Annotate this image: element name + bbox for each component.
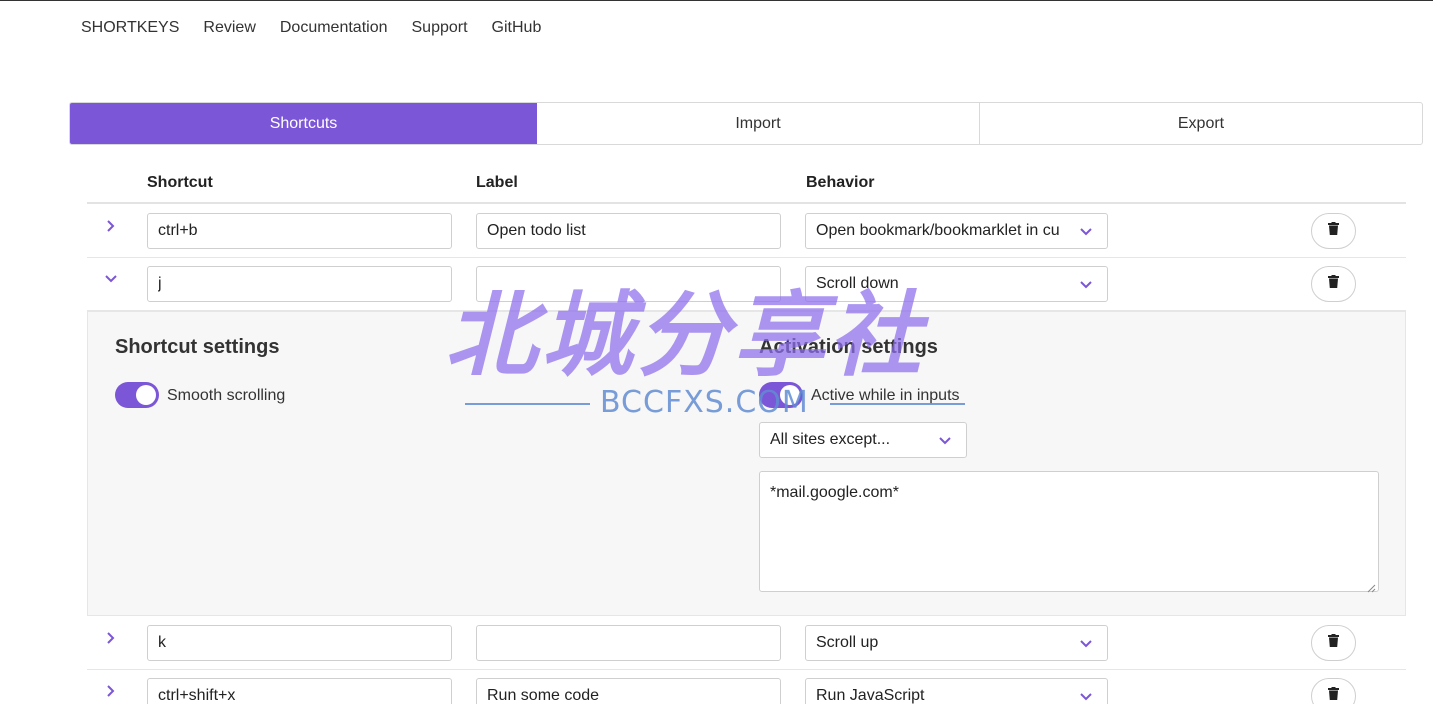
column-header-behavior: Behavior <box>806 174 875 191</box>
column-header-shortcut: Shortcut <box>147 174 213 191</box>
chevron-right-icon[interactable] <box>103 683 119 699</box>
tab-import[interactable]: Import <box>537 103 980 144</box>
shortcut-input[interactable] <box>147 625 452 661</box>
behavior-select-value: Scroll down <box>816 275 899 292</box>
tab-export[interactable]: Export <box>980 103 1422 144</box>
chevron-down-icon <box>1079 225 1093 239</box>
behavior-select[interactable]: Scroll up <box>805 625 1108 661</box>
table-row: Run JavaScript <box>87 669 1406 704</box>
nav-support[interactable]: Support <box>412 19 468 37</box>
behavior-select-value: Run JavaScript <box>816 687 925 704</box>
shortcut-settings-panel: Shortcut settings Smooth scrolling Activ… <box>87 311 1406 616</box>
delete-button[interactable] <box>1311 213 1356 249</box>
sites-mode-value: All sites except... <box>770 431 891 448</box>
shortcut-input[interactable] <box>147 266 452 302</box>
trash-icon <box>1328 222 1339 240</box>
chevron-down-icon[interactable] <box>103 271 119 287</box>
delete-button[interactable] <box>1311 266 1356 302</box>
behavior-select-value: Open bookmark/bookmarklet in cu <box>816 222 1060 239</box>
chevron-right-icon[interactable] <box>103 218 119 234</box>
chevron-right-icon[interactable] <box>103 630 119 646</box>
smooth-scrolling-toggle[interactable] <box>115 382 159 408</box>
nav-github[interactable]: GitHub <box>492 19 542 37</box>
label-input[interactable] <box>476 678 781 704</box>
shortcut-settings-title: Shortcut settings <box>115 336 280 358</box>
top-nav: SHORTKEYS Review Documentation Support G… <box>81 19 541 37</box>
delete-button[interactable] <box>1311 625 1356 661</box>
resize-handle-icon[interactable] <box>1367 580 1376 593</box>
shortcut-input[interactable] <box>147 213 452 249</box>
behavior-select[interactable]: Open bookmark/bookmarklet in cu <box>805 213 1108 249</box>
active-inputs-label: Active while in inputs <box>811 387 960 404</box>
delete-button[interactable] <box>1311 678 1356 704</box>
smooth-scrolling-label: Smooth scrolling <box>167 387 286 404</box>
behavior-select-value: Scroll up <box>816 634 879 651</box>
chevron-down-icon <box>1079 278 1093 292</box>
label-input[interactable] <box>476 213 781 249</box>
active-inputs-toggle[interactable] <box>759 382 803 408</box>
table-header: Shortcut Label Behavior <box>87 161 1406 204</box>
table-row: Open bookmark/bookmarklet in cu <box>87 204 1406 258</box>
nav-documentation[interactable]: Documentation <box>280 19 388 37</box>
table-row: Scroll down <box>87 257 1406 311</box>
shortcut-input[interactable] <box>147 678 452 704</box>
activation-settings-title: Activation settings <box>759 336 938 358</box>
sites-list-textarea[interactable]: *mail.google.com* <box>759 471 1379 592</box>
nav-review[interactable]: Review <box>203 19 255 37</box>
behavior-select[interactable]: Run JavaScript <box>805 678 1108 704</box>
trash-icon <box>1328 275 1339 293</box>
table-row: Scroll up <box>87 616 1406 670</box>
nav-brand[interactable]: SHORTKEYS <box>81 19 179 37</box>
behavior-select[interactable]: Scroll down <box>805 266 1108 302</box>
trash-icon <box>1328 687 1339 704</box>
label-input[interactable] <box>476 625 781 661</box>
label-input[interactable] <box>476 266 781 302</box>
tab-shortcuts[interactable]: Shortcuts <box>70 103 537 144</box>
trash-icon <box>1328 634 1339 652</box>
tab-bar: Shortcuts Import Export <box>69 102 1423 145</box>
chevron-down-icon <box>1079 690 1093 704</box>
sites-mode-select[interactable]: All sites except... <box>759 422 967 458</box>
chevron-down-icon <box>1079 637 1093 651</box>
chevron-down-icon <box>938 434 952 448</box>
column-header-label: Label <box>476 174 518 191</box>
